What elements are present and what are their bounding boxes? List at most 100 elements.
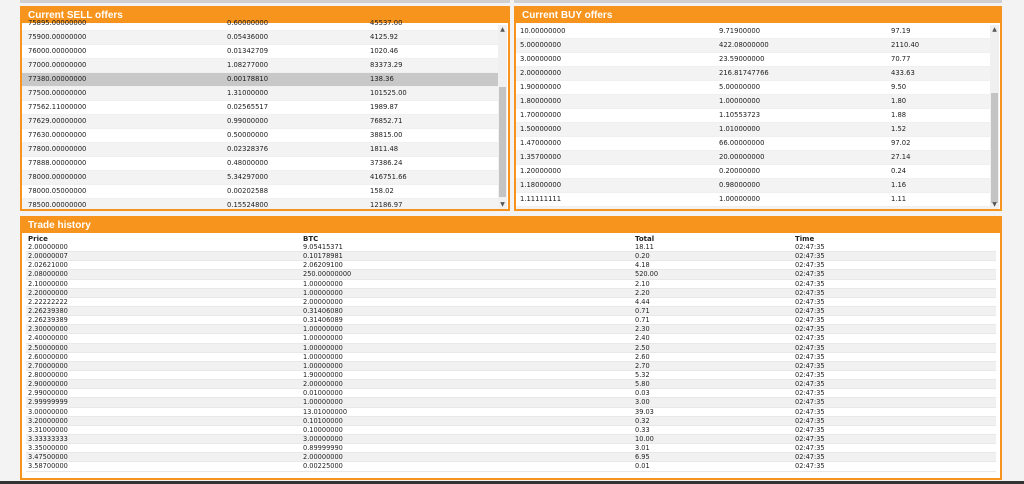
sell-offer-row[interactable]: 75900.00000000 0.05436000 4125.92 bbox=[22, 31, 499, 45]
cell: 3.00000000 bbox=[520, 55, 562, 63]
cell: 2.40000000 bbox=[28, 334, 68, 343]
cell: 75900.00000000 bbox=[28, 33, 87, 41]
buy-offer-row[interactable]: 1.50000000 1.01000000 1.52 bbox=[516, 123, 991, 137]
sell-offer-row[interactable]: 78500.00000000 0.15524800 12186.97 bbox=[22, 199, 499, 209]
sell-offer-row[interactable]: 78000.00000000 5.34297000 416751.66 bbox=[22, 171, 499, 185]
buy-offer-row[interactable]: 1.20000000 0.20000000 0.24 bbox=[516, 165, 991, 179]
sell-offer-row[interactable]: 77500.00000000 1.31000000 101525.00 bbox=[22, 87, 499, 101]
cell: 12186.97 bbox=[370, 201, 403, 209]
cell: 0.01 bbox=[635, 462, 650, 471]
cell: 1.00000000 bbox=[303, 361, 343, 370]
cell: 422.08000000 bbox=[719, 41, 769, 49]
cell: 10.00000000 bbox=[520, 27, 566, 35]
cell: 3.35000000 bbox=[28, 444, 68, 453]
buy-offer-row[interactable]: 1.11111111 1.00000000 1.11 bbox=[516, 193, 991, 207]
buy-offer-row[interactable]: 1.35700000 20.00000000 27.14 bbox=[516, 151, 991, 165]
buy-offer-row[interactable]: 3.00000000 23.59000000 70.77 bbox=[516, 53, 991, 67]
sell-offer-row[interactable]: 77630.00000000 0.50000000 38815.00 bbox=[22, 129, 499, 143]
cell: 0.02565517 bbox=[227, 103, 269, 111]
cell: 101525.00 bbox=[370, 89, 407, 97]
sell-offer-row[interactable]: 75895.00000000 0.60000000 45537.00 bbox=[22, 17, 499, 31]
buy-offer-row[interactable]: 5.00000000 422.08000000 2110.40 bbox=[516, 39, 991, 53]
cell: 1.47000000 bbox=[520, 139, 562, 147]
cell: 37386.24 bbox=[370, 159, 403, 167]
cell: 250.00000000 bbox=[303, 270, 352, 279]
trade-row: 2.30000000 1.00000000 2.30 02:47:35 bbox=[26, 325, 996, 335]
buy-offer-row[interactable]: 10.00000000 9.71900000 97.19 bbox=[516, 25, 991, 39]
cell: 3.31000000 bbox=[28, 425, 68, 434]
chevron-down-icon[interactable]: ▼ bbox=[498, 200, 507, 209]
trade-row: 2.40000000 1.00000000 2.40 02:47:35 bbox=[26, 334, 996, 344]
cell: 2.02621000 bbox=[28, 261, 68, 270]
buy-offer-row[interactable]: 1.47000000 66.00000000 97.02 bbox=[516, 137, 991, 151]
cell: 2.06209100 bbox=[303, 261, 343, 270]
sell-offers-list[interactable]: 75895.00000000 0.60000000 45537.00 75900.00… bbox=[22, 17, 499, 209]
buy-offers-title: Current BUY offers bbox=[516, 8, 1000, 23]
sell-offer-row[interactable]: 76000.00000000 0.01342709 1020.46 bbox=[22, 45, 499, 59]
sell-offer-row[interactable]: 78000.05000000 0.00202588 158.02 bbox=[22, 185, 499, 199]
cell: 02:47:35 bbox=[795, 352, 825, 361]
sell-offer-row[interactable]: 77000.00000000 1.08277000 83373.29 bbox=[22, 59, 499, 73]
buy-offer-row[interactable]: 1.90000000 5.00000000 9.50 bbox=[516, 81, 991, 95]
header-btc: BTC bbox=[303, 235, 319, 243]
cell: 02:47:35 bbox=[795, 434, 825, 443]
cell: 0.01000000 bbox=[303, 389, 343, 398]
cell: 0.32 bbox=[635, 416, 650, 425]
cell: 1.11 bbox=[891, 195, 907, 203]
sell-offer-row[interactable]: 77629.00000000 0.99000000 76852.71 bbox=[22, 115, 499, 129]
cell: 6.00000000 bbox=[719, 207, 760, 209]
cell: 0.48000000 bbox=[227, 159, 269, 167]
trade-row: 2.99000000 0.01000000 0.03 02:47:35 bbox=[26, 389, 996, 399]
sell-offer-row[interactable]: 77562.11000000 0.02565517 1989.87 bbox=[22, 101, 499, 115]
cell: 1.90000000 bbox=[520, 83, 562, 91]
cell: 02:47:35 bbox=[795, 297, 825, 306]
cell: 1.08000000 bbox=[520, 207, 561, 209]
cell: 5.00000000 bbox=[719, 83, 761, 91]
cell: 0.01342709 bbox=[227, 47, 269, 55]
trade-history-header-row: Price BTC Total Time bbox=[26, 235, 996, 243]
trade-history-title: Trade history bbox=[22, 218, 1000, 233]
buy-scrollbar-thumb[interactable] bbox=[991, 93, 998, 203]
buy-offer-row[interactable]: 1.18000000 0.98000000 1.16 bbox=[516, 179, 991, 193]
cell: 02:47:35 bbox=[795, 389, 825, 398]
cell: 66.00000000 bbox=[719, 139, 765, 147]
cell: 4125.92 bbox=[370, 33, 399, 41]
cell: 1.00000000 bbox=[303, 288, 343, 297]
buy-offer-row[interactable]: 1.70000000 1.10553723 1.88 bbox=[516, 109, 991, 123]
cell: 3.00000000 bbox=[28, 407, 68, 416]
cell: 138.36 bbox=[370, 75, 394, 83]
cell: 1.18000000 bbox=[520, 181, 562, 189]
trade-row: 3.47500000 2.00000000 6.95 02:47:35 bbox=[26, 453, 996, 463]
buy-offer-row[interactable]: 2.00000000 216.81747766 433.63 bbox=[516, 67, 991, 81]
sell-scrollbar-thumb[interactable] bbox=[499, 87, 506, 197]
cell: 0.31406089 bbox=[303, 316, 343, 325]
trade-row: 2.22222222 2.00000000 4.44 02:47:35 bbox=[26, 298, 996, 307]
cell: 1.00000000 bbox=[303, 398, 343, 407]
sell-offer-row[interactable]: 77800.00000000 0.02328376 1811.48 bbox=[22, 143, 499, 157]
sell-offer-row[interactable]: 77888.00000000 0.48000000 37386.24 bbox=[22, 157, 499, 171]
buy-offers-panel: Current BUY offers 10.00000000 9.71900000… bbox=[514, 6, 1002, 211]
cell: 0.31406080 bbox=[303, 306, 343, 315]
sell-scrollbar[interactable]: ▲ ▼ bbox=[498, 25, 507, 209]
cell: 3.47500000 bbox=[28, 453, 68, 462]
cell: 0.00202588 bbox=[227, 187, 269, 195]
header-price: Price bbox=[28, 235, 48, 243]
cell: 0.15524800 bbox=[227, 201, 269, 209]
buy-offer-row[interactable]: 1.08000000 6.00000000 6.48 bbox=[516, 207, 991, 209]
buy-scrollbar[interactable]: ▲ ▼ bbox=[990, 25, 999, 209]
cell: 02:47:35 bbox=[795, 380, 825, 389]
trade-history-panel: Trade history Price BTC Total Time 2.000… bbox=[20, 216, 1002, 480]
cell: 2.90000000 bbox=[28, 380, 68, 389]
cell: 1.00000000 bbox=[719, 195, 761, 203]
header-total: Total bbox=[635, 235, 655, 243]
buy-offer-row[interactable]: 1.80000000 1.00000000 1.80 bbox=[516, 95, 991, 109]
chevron-up-icon[interactable]: ▲ bbox=[498, 25, 507, 34]
cell: 5.80 bbox=[635, 380, 650, 389]
chevron-down-icon[interactable]: ▼ bbox=[990, 200, 999, 209]
buy-offers-list[interactable]: 10.00000000 9.71900000 97.19 5.00000000 422.… bbox=[516, 25, 991, 209]
sell-offer-row[interactable]: 77380.00000000 0.00178810 138.36 bbox=[22, 73, 499, 87]
cell: 02:47:35 bbox=[795, 270, 825, 279]
trade-row: 2.90000000 2.00000000 5.80 02:47:35 bbox=[26, 380, 996, 390]
chevron-up-icon[interactable]: ▲ bbox=[990, 25, 999, 34]
trade-row: 2.00000007 0.10178981 0.20 02:47:35 bbox=[26, 252, 996, 262]
